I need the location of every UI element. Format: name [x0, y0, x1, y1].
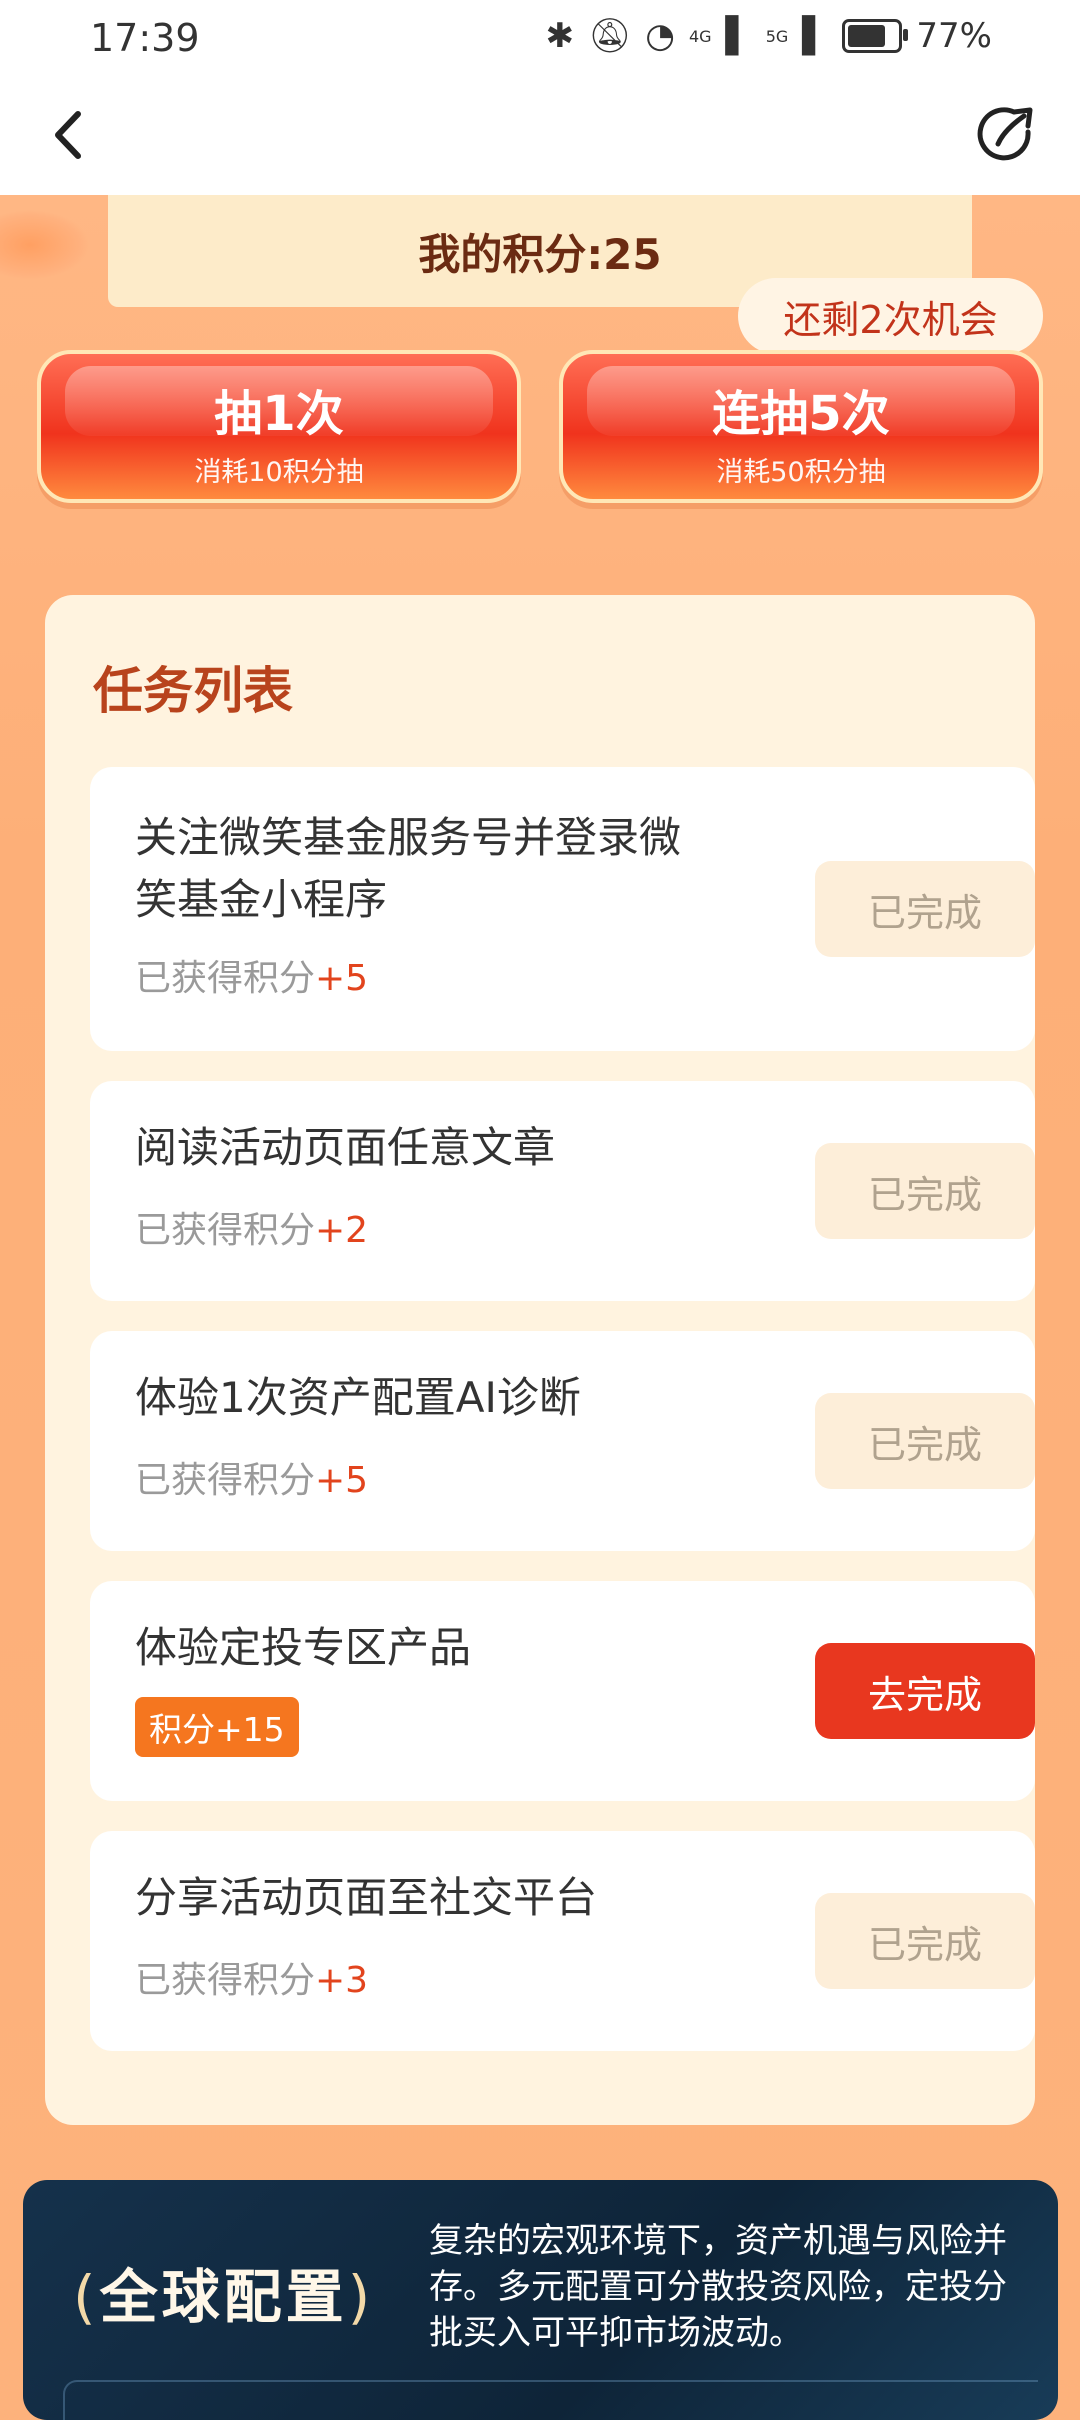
- task-name: 体验1次资产配置AI诊断: [135, 1373, 581, 1422]
- task-earned: 已获得积分+2: [135, 1201, 368, 1253]
- task-list-title: 任务列表: [93, 662, 293, 720]
- signal-4g-label: 4G: [688, 26, 712, 46]
- task-earned-label: 已获得积分: [135, 958, 316, 999]
- banner-brand-text: 全球配置: [99, 2263, 348, 2331]
- draw-five-cost: 消耗50积分抽: [716, 457, 886, 488]
- bluetooth-icon: ✱: [545, 16, 575, 56]
- status-bar: 17:39 ✱ 🔕︎ ◔ 4G ▌ 5G ▌ 77%: [0, 0, 1080, 78]
- task-earned-label: 已获得积分: [135, 1460, 316, 1501]
- banner-description: 复杂的宏观环境下，资产机遇与风险并存。多元配置可分散投资风险，定投分批买入可平抑…: [429, 2221, 1007, 2353]
- task-earned-label: 已获得积分: [135, 1210, 316, 1251]
- task-card: 关注微笑基金服务号并登录微 笑基金小程序 已获得积分+5 已完成: [90, 767, 1035, 1051]
- banner-bottom-frame: [63, 2380, 1038, 2420]
- draw-once-button[interactable]: 抽1次 消耗10积分抽: [37, 350, 521, 503]
- task-earned-label: 已获得积分: [135, 1960, 316, 2001]
- task-name: 体验定投专区产品: [135, 1623, 472, 1672]
- task-earned: 已获得积分+5: [135, 949, 368, 1001]
- task-card: 体验1次资产配置AI诊断 已获得积分+5 已完成: [90, 1331, 1035, 1551]
- signal-icon: ▌: [725, 16, 752, 56]
- status-icons: ✱ 🔕︎ ◔ 4G ▌ 5G ▌ 77%: [546, 16, 992, 56]
- task-name: 分享活动页面至社交平台: [135, 1873, 598, 1922]
- task-name: 关注微笑基金服务号并登录微: [135, 813, 682, 862]
- task-earned-points: +3: [315, 1960, 369, 2001]
- signal-icon-2: ▌: [802, 16, 829, 56]
- nav-bar: [0, 78, 1080, 195]
- status-time: 17:39: [90, 16, 200, 60]
- draw-five-button[interactable]: 连抽5次 消耗50积分抽: [559, 350, 1043, 503]
- task-done-button[interactable]: 已完成: [815, 1393, 1035, 1489]
- task-earned: 已获得积分+5: [135, 1451, 368, 1503]
- chevron-left-icon[interactable]: [40, 100, 100, 170]
- task-go-button[interactable]: 去完成: [815, 1643, 1035, 1739]
- draw-once-title: 抽1次: [214, 386, 344, 442]
- task-done-button[interactable]: 已完成: [815, 1893, 1035, 1989]
- task-done-button[interactable]: 已完成: [815, 861, 1035, 957]
- draw-once-cost: 消耗10积分抽: [194, 457, 364, 488]
- points-reward-badge: 积分+15: [135, 1697, 299, 1757]
- task-earned: 已获得积分+3: [135, 1951, 368, 2003]
- laurel-right-icon: ): [347, 2263, 375, 2331]
- battery-percent: 77%: [916, 16, 992, 56]
- task-earned-points: +5: [315, 1460, 369, 1501]
- task-earned-points: +5: [315, 958, 369, 999]
- draw-five-title: 连抽5次: [712, 386, 890, 442]
- banner-brand: (全球配置): [73, 2250, 374, 2334]
- task-panel: 任务列表 关注微笑基金服务号并登录微 笑基金小程序 已获得积分+5 已完成 阅读…: [45, 595, 1035, 2125]
- remaining-chances-label: 还剩2次机会: [783, 297, 998, 342]
- global-allocation-banner[interactable]: (全球配置) 复杂的宏观环境下，资产机遇与风险并存。多元配置可分散投资风险，定投…: [23, 2180, 1058, 2420]
- task-card: 体验定投专区产品 积分+15 去完成: [90, 1581, 1035, 1801]
- task-name: 阅读活动页面任意文章: [135, 1123, 556, 1172]
- task-earned-points: +2: [315, 1210, 369, 1251]
- share-icon[interactable]: [974, 102, 1040, 168]
- signal-5g-label: 5G: [765, 26, 789, 46]
- task-done-button[interactable]: 已完成: [815, 1143, 1035, 1239]
- laurel-left-icon: (: [73, 2263, 100, 2331]
- task-name-line2: 笑基金小程序: [135, 875, 388, 924]
- battery-icon: [842, 19, 909, 53]
- task-card: 阅读活动页面任意文章 已获得积分+2 已完成: [90, 1081, 1035, 1301]
- remaining-chances-badge: 还剩2次机会: [738, 278, 1043, 354]
- mute-bell-icon: 🔕︎: [588, 16, 632, 56]
- points-label: 我的积分:25: [418, 229, 662, 279]
- task-card: 分享活动页面至社交平台 已获得积分+3 已完成: [90, 1831, 1035, 2051]
- wifi-icon: ◔: [645, 16, 675, 56]
